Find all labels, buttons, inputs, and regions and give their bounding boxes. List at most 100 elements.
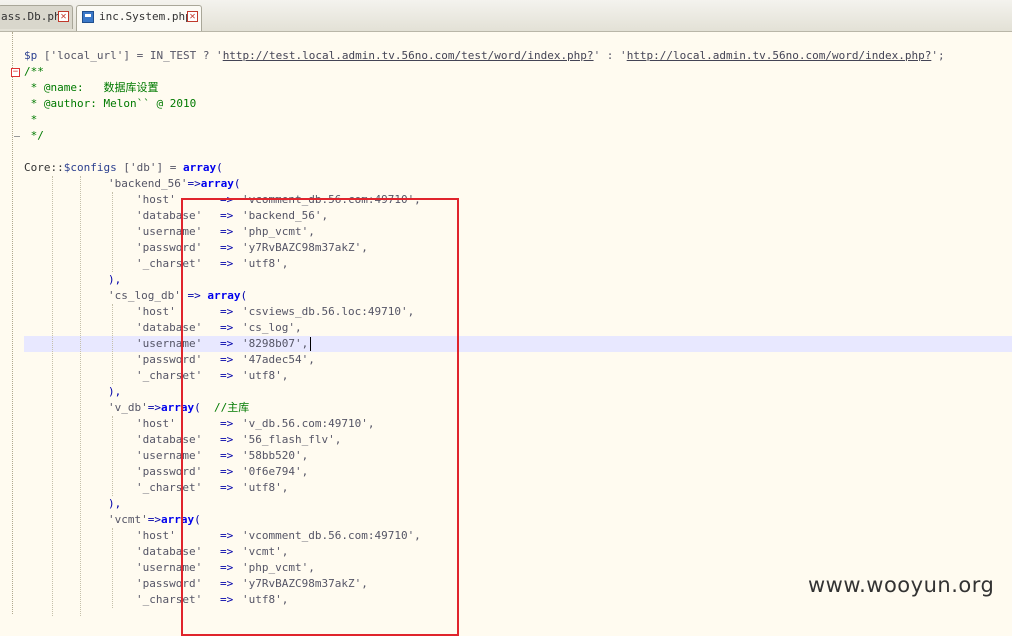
array-header-line: 'cs_log_db' => array( <box>24 288 1012 304</box>
arrow-operator: => <box>220 545 234 558</box>
fold-collapse-icon[interactable]: − <box>11 68 20 77</box>
config-value: 'v_db.56.com:49710', <box>242 417 375 430</box>
config-value: 'vcomment_db.56.com:49710', <box>242 193 421 206</box>
config-entry-line: 'database' => 'backend_56', <box>24 208 1012 224</box>
config-key: '_charset' <box>136 257 209 270</box>
arrow-operator: => <box>220 193 234 206</box>
config-entry-line: '_charset' => 'utf8', <box>24 480 1012 496</box>
config-value: 'y7RvBAZC98m37akZ', <box>242 577 368 590</box>
config-entry-line: 'database' => '56_flash_flv', <box>24 432 1012 448</box>
indent-guide <box>112 528 114 608</box>
config-value: 'utf8', <box>242 481 289 494</box>
paren: ), <box>108 273 122 286</box>
arrow-operator: => <box>220 593 234 606</box>
paren: ( <box>240 289 248 302</box>
config-value: '47adec54', <box>242 353 315 366</box>
array-key: 'backend_56' <box>108 177 188 190</box>
tab-inc-system-php[interactable]: inc.System.php ✕ <box>76 5 202 31</box>
indent-guide <box>112 416 114 496</box>
code-link[interactable]: http://test.local.admin.tv.56no.com/test… <box>223 49 594 62</box>
config-value: 'vcmt', <box>242 545 289 558</box>
config-value: 'php_vcmt', <box>242 225 315 238</box>
arrow-operator: => <box>147 401 161 414</box>
fold-end-marker <box>14 136 20 137</box>
arrow-operator: => <box>220 337 234 350</box>
arrow-operator: => <box>220 529 234 542</box>
arrow-operator: => <box>220 305 234 318</box>
config-entry-line: 'host' => 'vcomment_db.56.com:49710', <box>24 528 1012 544</box>
config-key: 'database' <box>136 209 209 222</box>
config-key: 'password' <box>136 577 209 590</box>
config-value: 'vcomment_db.56.com:49710', <box>242 529 421 542</box>
array-keyword: array <box>161 513 195 526</box>
code-editor[interactable]: − $p ['local_url'] = IN_TEST ? 'http://t… <box>0 32 1012 636</box>
arrow-operator: => <box>147 513 161 526</box>
config-key: '_charset' <box>136 593 209 606</box>
array-header-line: 'v_db'=>array( //主库 <box>24 400 1012 416</box>
close-icon[interactable]: ✕ <box>58 11 69 22</box>
code-token: ( <box>216 161 223 174</box>
arrow-operator: => <box>220 321 234 334</box>
code-token: array <box>182 161 217 174</box>
config-key: 'username' <box>136 561 209 574</box>
config-key: 'password' <box>136 241 209 254</box>
doc-comment-line: /** <box>24 65 44 78</box>
fold-margin: − <box>0 32 22 614</box>
doc-comment-line: * @author: Melon`` @ 2010 <box>24 97 197 110</box>
config-key: 'username' <box>136 225 209 238</box>
config-key: 'username' <box>136 449 209 462</box>
array-close-line: ), <box>24 272 1012 288</box>
config-entry-line: 'password' => '0f6e794', <box>24 464 1012 480</box>
config-key: 'password' <box>136 353 209 366</box>
doc-comment-line: */ <box>24 129 44 142</box>
paren: ( <box>194 513 201 526</box>
config-value: 'utf8', <box>242 369 289 382</box>
config-value: '0f6e794', <box>242 465 309 478</box>
arrow-operator: => <box>220 209 234 222</box>
array-keyword: array <box>161 401 195 414</box>
config-key: 'database' <box>136 433 209 446</box>
config-value: 'php_vcmt', <box>242 561 315 574</box>
close-icon[interactable]: ✕ <box>187 11 198 22</box>
array-header-line: 'vcmt'=>array( <box>24 512 1012 528</box>
code-line: Core::$configs ['db'] = array( <box>24 160 1012 176</box>
config-value: 'csviews_db.56.loc:49710', <box>242 305 415 318</box>
arrow-operator: => <box>220 417 234 430</box>
arrow-operator: => <box>220 225 234 238</box>
config-entry-line: 'host' => 'vcomment_db.56.com:49710', <box>24 192 1012 208</box>
code-line: $p ['local_url'] = IN_TEST ? 'http://tes… <box>24 48 1012 64</box>
code-link[interactable]: http://local.admin.tv.56no.com/word/inde… <box>627 49 932 62</box>
arrow-operator: => <box>220 465 234 478</box>
config-entry-line: 'host' => 'csviews_db.56.loc:49710', <box>24 304 1012 320</box>
code-token: ' : ' <box>593 49 627 62</box>
code-token: Core:: <box>24 161 64 174</box>
config-entry-line: '_charset' => 'utf8', <box>24 368 1012 384</box>
tab-db-php[interactable]: ass.Db.php ✕ <box>0 5 73 29</box>
arrow-operator: => <box>187 177 201 190</box>
code-token: '; <box>931 49 945 62</box>
config-entry-line: '_charset' => 'utf8', <box>24 256 1012 272</box>
code-token: ['db'] = <box>116 161 183 174</box>
config-key: 'host' <box>136 193 209 206</box>
arrow-operator: => <box>220 241 234 254</box>
config-key: '_charset' <box>136 369 209 382</box>
config-value: 'backend_56', <box>242 209 329 222</box>
indent-guide <box>112 304 114 384</box>
array-header-line: 'backend_56'=>array( <box>24 176 1012 192</box>
config-entry-line: 'username' => '8298b07', <box>24 336 1012 352</box>
config-key: 'host' <box>136 417 209 430</box>
arrow-operator: => <box>220 353 234 366</box>
array-close-line: ), <box>24 384 1012 400</box>
array-keyword: array <box>207 289 241 302</box>
config-entry-line: 'password' => '47adec54', <box>24 352 1012 368</box>
config-value: 'cs_log', <box>242 321 302 334</box>
paren: ), <box>108 385 122 398</box>
config-key: 'username' <box>136 337 209 350</box>
paren: ), <box>108 497 122 510</box>
config-key: 'host' <box>136 305 209 318</box>
code-token: $configs <box>63 161 117 174</box>
config-value: '58bb520', <box>242 449 309 462</box>
config-key: 'password' <box>136 465 209 478</box>
array-key: 'vcmt' <box>108 513 148 526</box>
paren: ( <box>233 177 241 190</box>
